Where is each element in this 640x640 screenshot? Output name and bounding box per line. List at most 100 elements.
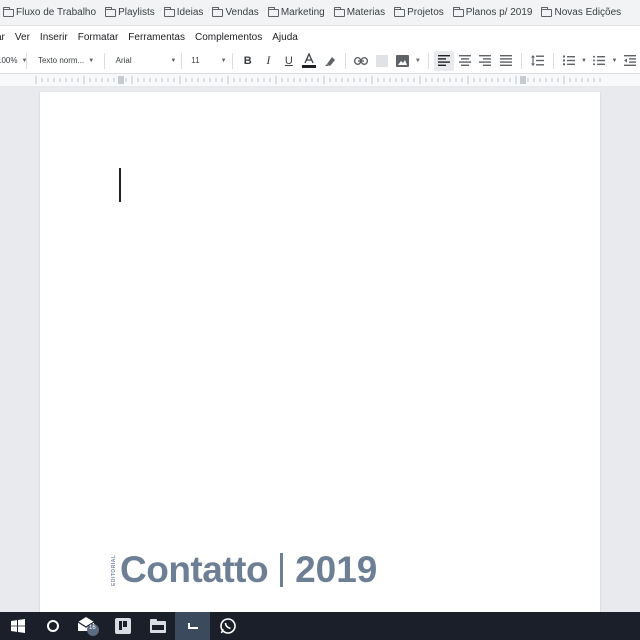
bookmark-label: Fluxo de Trabalho (16, 7, 97, 18)
menu-complementos[interactable]: Complementos (190, 32, 267, 43)
highlight-color-button[interactable] (320, 51, 341, 71)
paragraph-style-select[interactable]: Texto norm... ▼ (38, 56, 99, 65)
folder-icon (163, 6, 175, 17)
toolbar-divider (103, 52, 105, 69)
bold-icon: B (243, 54, 252, 67)
app-tile-icon (114, 618, 131, 634)
bookmarks-bar: Fluxo de Trabalho Playlists Ideias Venda… (0, 0, 640, 26)
bookmark-fluxo-de-trabalho[interactable]: Fluxo de Trabalho (3, 6, 97, 18)
folder-icon (3, 6, 14, 17)
watermark-year: 2019 (295, 549, 378, 590)
image-icon (396, 54, 410, 67)
document-page[interactable] (40, 92, 600, 612)
cortana-circle-icon (46, 620, 59, 632)
chrome-taskbar-button[interactable] (175, 612, 210, 640)
insert-comment-button[interactable] (372, 51, 393, 71)
italic-button[interactable]: I (258, 51, 279, 71)
line-spacing-icon (530, 55, 544, 66)
menu-ferramentas[interactable]: Ferramentas (123, 32, 190, 43)
folder-icon (105, 6, 117, 17)
bookmark-ideias[interactable]: Ideias (163, 6, 204, 18)
toolbar-divider (181, 52, 183, 69)
italic-icon: I (266, 53, 271, 67)
bookmark-materias[interactable]: Materias (333, 6, 386, 18)
text-color-button[interactable] (299, 51, 320, 71)
bookmark-novas-edicoes[interactable]: Novas Edições (541, 6, 622, 18)
menu-formatar[interactable]: Formatar (73, 32, 124, 43)
start-button[interactable] (0, 612, 35, 640)
horizontal-ruler[interactable] (0, 74, 640, 86)
font-size-select[interactable]: 11 ▼ (191, 56, 226, 65)
toolbar-divider (520, 52, 522, 69)
watermark-brand: Contatto (120, 549, 269, 590)
whatsapp-taskbar-button[interactable] (210, 612, 245, 640)
ruler-ticks (35, 76, 601, 84)
menu-bar: ar Ver Inserir Formatar Ferramentas Comp… (0, 26, 640, 48)
mail-badge: 16 (89, 625, 96, 631)
windows-logo-icon (10, 619, 25, 633)
bookmark-vendas[interactable]: Vendas (212, 6, 259, 18)
toolbar-divider (231, 52, 233, 69)
align-center-button[interactable] (454, 51, 475, 71)
folder-icon (212, 6, 224, 17)
underline-button[interactable]: U (279, 51, 300, 71)
chevron-down-icon[interactable]: ▼ (415, 58, 421, 64)
font-family-select[interactable]: Arial ▼ (116, 56, 177, 65)
menu-ver[interactable]: Ver (10, 32, 35, 43)
bulleted-list-button[interactable] (589, 51, 610, 71)
menu-editar[interactable]: ar (0, 32, 10, 43)
line-spacing-button[interactable] (527, 51, 548, 71)
file-explorer-taskbar-button[interactable] (140, 612, 175, 640)
watermark-divider (280, 553, 284, 587)
link-icon (354, 56, 369, 65)
search-button[interactable] (35, 612, 70, 640)
chevron-down-icon[interactable]: ▼ (612, 58, 618, 64)
align-left-button[interactable] (433, 50, 455, 71)
folder-icon (394, 6, 406, 17)
text-color-icon (302, 52, 317, 68)
zoom-select[interactable]: 100%▼ (0, 56, 27, 65)
bookmark-marketing[interactable]: Marketing (267, 6, 325, 18)
folder-icon (452, 6, 464, 17)
insert-image-button[interactable] (392, 51, 413, 71)
bookmark-label: Materias (346, 7, 386, 18)
text-cursor (119, 168, 121, 202)
whatsapp-icon (219, 618, 236, 634)
bookmark-label: Playlists (118, 7, 155, 18)
align-center-icon (458, 55, 471, 66)
toolbar-divider (26, 52, 27, 69)
comment-icon (376, 54, 389, 67)
numbered-list-button[interactable] (559, 51, 580, 71)
bookmark-label: Ideias (176, 7, 204, 18)
menu-inserir[interactable]: Inserir (35, 32, 73, 43)
windows-taskbar: 16 (0, 612, 640, 640)
formatting-toolbar: 100%▼ Texto norm...▼ Arial▼ 11▼ B I U ▼ (0, 48, 640, 74)
bold-button[interactable]: B (238, 51, 259, 71)
chevron-down-icon: ▼ (170, 57, 177, 64)
bulleted-list-icon (593, 55, 606, 66)
bookmark-label: Novas Edições (554, 7, 622, 18)
bookmark-planos-2019[interactable]: Planos p/ 2019 (452, 6, 533, 18)
folder-icon (541, 6, 553, 17)
decrease-indent-icon (623, 55, 636, 66)
notes-taskbar-button[interactable] (105, 612, 140, 640)
decrease-indent-button[interactable] (620, 51, 640, 71)
watermark-tag: EDITORIAL (111, 554, 117, 586)
style-value: Texto norm... (37, 56, 85, 65)
active-window-icon (187, 623, 198, 629)
bookmark-label: Planos p/ 2019 (465, 7, 533, 18)
bookmark-projetos[interactable]: Projetos (394, 6, 444, 18)
bookmark-playlists[interactable]: Playlists (105, 6, 155, 18)
menu-ajuda[interactable]: Ajuda (267, 32, 303, 43)
insert-link-button[interactable] (351, 51, 372, 71)
mail-taskbar-button[interactable]: 16 (70, 612, 105, 640)
chevron-down-icon: ▼ (220, 57, 227, 64)
chevron-down-icon[interactable]: ▼ (581, 58, 587, 64)
align-right-button[interactable] (475, 51, 496, 71)
document-canvas (0, 86, 640, 612)
toolbar-divider (427, 52, 429, 69)
numbered-list-icon (562, 55, 575, 66)
contatto-watermark: EDITORIAL Contatto 2019 (111, 548, 377, 592)
align-right-icon (479, 55, 492, 66)
justify-button[interactable] (495, 51, 516, 71)
